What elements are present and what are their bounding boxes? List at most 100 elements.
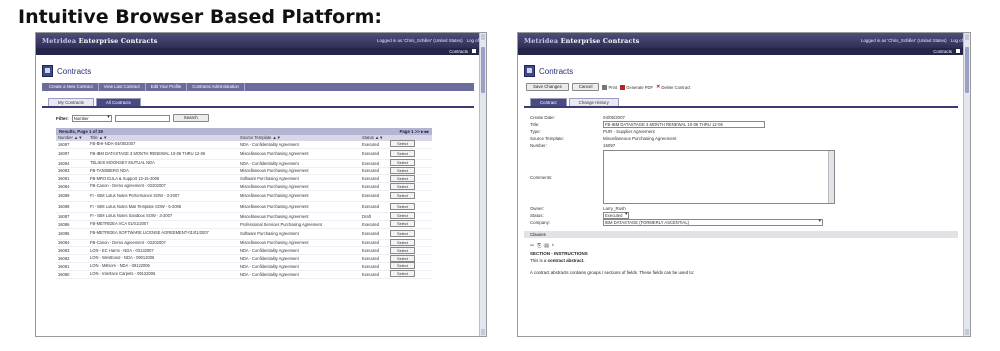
clauses-header: Clauses <box>524 231 958 238</box>
cell-status: Executed <box>362 141 380 147</box>
title-field[interactable]: FB-IBM DATASTAGE 3 MONTH RENEWAL 10-06 T… <box>603 121 765 128</box>
cell-title: LON - EC Harris - NDA - 03132007 <box>90 248 154 253</box>
table-row: 16082 LON - Westbond - NDA - 09012006 NDA … <box>56 254 432 263</box>
logoff-link[interactable]: Log off <box>951 38 964 43</box>
cancel-button[interactable]: Cancel <box>571 83 600 91</box>
create-contract-link[interactable]: Create a New Contract <box>44 83 99 91</box>
action-bar: Create a New Contract View Last Contract… <box>42 83 474 91</box>
edit-profile-link[interactable]: Edit Your Profile <box>146 83 188 91</box>
select-button[interactable]: Select <box>390 182 415 190</box>
status-label: Status: <box>530 213 544 218</box>
cell-status: Executed <box>362 263 380 269</box>
filter-input[interactable] <box>114 114 170 122</box>
status-select[interactable]: Executed <box>603 212 630 219</box>
menu-toggle-icon[interactable] <box>472 49 476 53</box>
cell-number: 16082 <box>58 256 70 262</box>
delete-contract-link[interactable]: ✕ Delete Contract <box>656 84 690 90</box>
cell-source-template: Miscellaneous Purchasing Agreement <box>240 168 309 174</box>
select-button[interactable]: Select <box>390 159 415 167</box>
select-button[interactable]: Select <box>390 149 415 157</box>
col-status[interactable]: Status ▲▼ <box>362 135 390 141</box>
select-button[interactable]: Select <box>390 140 415 148</box>
cell-title: FI - IBM Lotus Notes Mail Template SOW -… <box>90 204 182 209</box>
cell-status: Executed <box>362 160 380 166</box>
select-button[interactable]: Select <box>390 174 415 182</box>
editor-toolbar: ✂ ⎘ ▤ ᵇ <box>524 243 958 249</box>
main-menu[interactable]: Contracts <box>518 48 970 55</box>
company-select[interactable]: IBM DATASTAGE (FORMERLY ASCENTIAL) <box>603 219 823 226</box>
format-icon[interactable]: ᵇ <box>552 243 554 249</box>
cell-number: 16093 <box>58 168 70 174</box>
tab-contract[interactable]: Contract <box>530 98 567 106</box>
cell-number: 16089 <box>58 193 70 199</box>
table-row: 16089 FI - IBM Lotus Notes Performance SO… <box>56 191 432 202</box>
col-number[interactable]: Number ▲▼ <box>56 135 90 141</box>
select-button[interactable]: Select <box>390 212 415 220</box>
source-template-label: Source Template: <box>530 136 565 141</box>
select-button[interactable]: Select <box>390 238 415 246</box>
view-last-contract-link[interactable]: View Last Contract <box>99 83 146 91</box>
search-button[interactable]: Search <box>172 114 209 122</box>
login-status: Logged in as 'Chris_Schiller' (United St… <box>377 38 463 43</box>
select-button[interactable]: Select <box>390 167 415 174</box>
abstract-paragraph: This is a contract abstract. <box>530 258 585 263</box>
cell-number: 16097 <box>58 151 70 157</box>
cell-number: 16088 <box>58 204 70 210</box>
menu-toggle-icon[interactable] <box>956 49 960 53</box>
col-title[interactable]: Title ▲▼ <box>90 135 240 141</box>
pager[interactable]: Page 1 >> ▸ ▸▸ <box>399 128 429 135</box>
generate-pdf-link[interactable]: Generate PDF <box>620 84 653 90</box>
number-value: 16097 <box>603 143 616 148</box>
scrollbar[interactable] <box>963 33 970 336</box>
select-button[interactable]: Select <box>390 229 415 237</box>
cell-source-template: NDA - Confidentiality Agreement <box>240 248 299 254</box>
select-button[interactable]: Select <box>390 202 415 210</box>
cell-title: FI - IBM Lotus Notes Performance SOW - 3… <box>90 193 180 198</box>
cell-status: Executed <box>362 240 380 246</box>
select-button[interactable]: Select <box>390 246 415 254</box>
contracts-admin-link[interactable]: Contracts Administration <box>187 83 245 91</box>
cell-status: Executed <box>362 204 380 210</box>
comments-textarea[interactable] <box>603 150 835 204</box>
select-button[interactable]: Select <box>390 262 415 270</box>
scrollbar[interactable] <box>479 33 486 336</box>
type-label: Type: <box>530 129 541 134</box>
abstract-description: A contract abstracts contains groups / s… <box>530 270 695 275</box>
page-title: Contracts <box>539 66 574 76</box>
tab-all-contracts[interactable]: All Contracts <box>95 98 141 106</box>
company-label: Company: <box>530 220 551 225</box>
tab-my-contracts[interactable]: My Contracts <box>48 98 94 106</box>
comments-label: Comments: <box>530 174 553 180</box>
paste-icon[interactable]: ▤ <box>544 243 549 249</box>
pdf-icon <box>620 84 626 90</box>
delete-icon: ✕ <box>656 84 661 90</box>
main-menu[interactable]: Contracts <box>36 48 486 55</box>
save-changes-button[interactable]: Save Changes <box>526 83 569 91</box>
contracts-list-screenshot: Metridea Enterprise Contracts Logged in … <box>35 32 487 337</box>
select-button[interactable]: Select <box>390 220 415 228</box>
cut-icon[interactable]: ✂ <box>530 243 534 249</box>
select-button[interactable]: Select <box>390 191 415 199</box>
select-button[interactable]: Select <box>390 254 415 262</box>
cell-source-template: Professional Services Purchasing Agreeme… <box>240 221 322 227</box>
logoff-link[interactable]: Log off <box>467 38 480 43</box>
select-button[interactable]: Select <box>390 270 415 278</box>
col-source-template[interactable]: Source Template ▲▼ <box>240 135 362 141</box>
results-title: Results, Page 1 of 39 <box>59 129 103 134</box>
cell-source-template: NDA - Confidentiality Agreement <box>240 271 299 277</box>
table-row: 16093 FB-TANDBERG NDA Miscellaneous Purcha… <box>56 167 432 176</box>
filter-select[interactable]: Number <box>71 114 112 122</box>
cell-status: Executed <box>362 176 380 182</box>
cell-status: Draft <box>362 213 371 219</box>
print-link[interactable]: Print <box>602 84 617 90</box>
cell-title: TELIKIS MOONSEY MUTUAL NDA <box>90 160 155 165</box>
copy-icon[interactable]: ⎘ <box>537 243 541 249</box>
tab-change-history[interactable]: Change History <box>568 98 619 106</box>
table-row: 16097 FB-IBM DATASTAGE 3 MONTH RENEWAL 10… <box>56 149 432 160</box>
cell-source-template: NDA - Confidentiality Agreement <box>240 160 299 166</box>
cell-title: FB-Canon - Demo agreement - 02202007 <box>90 240 166 245</box>
cell-status: Executed <box>362 193 380 199</box>
create-date-value: 04/05/2007 <box>603 115 625 120</box>
table-row: 16097 FB-BHI-NDA-04/05/2007 NDA - Confiden… <box>56 140 432 149</box>
cell-number: 16094 <box>58 160 70 166</box>
